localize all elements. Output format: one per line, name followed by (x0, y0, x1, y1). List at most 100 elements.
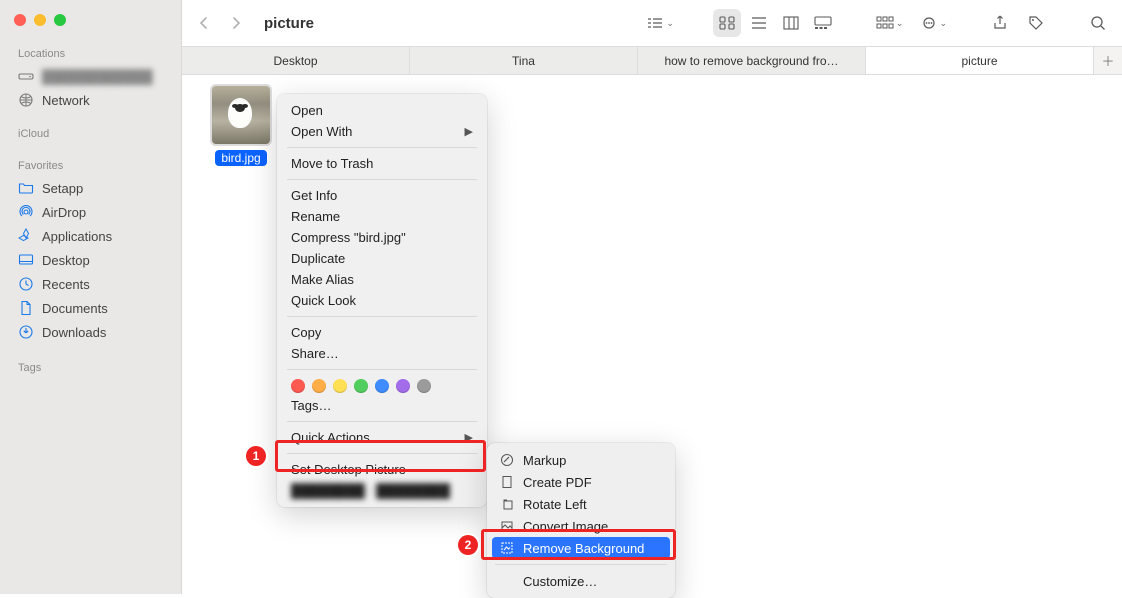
ctx-open[interactable]: Open (277, 100, 487, 121)
view-columns-button[interactable] (777, 9, 805, 37)
globe-icon (18, 92, 34, 108)
window-title: picture (264, 15, 314, 32)
tag-blue[interactable] (375, 379, 389, 393)
clock-icon (18, 276, 34, 292)
ctx-quick-actions[interactable]: Quick Actions▶ (277, 427, 487, 448)
tag-yellow[interactable] (333, 379, 347, 393)
ctx-compress[interactable]: Compress "bird.jpg" (277, 227, 487, 248)
view-list-button[interactable] (745, 9, 773, 37)
tab-bar: Desktop Tina how to remove background fr… (182, 47, 1122, 75)
sidebar-item-applications[interactable]: Applications (0, 224, 181, 248)
ctx-copy[interactable]: Copy (277, 322, 487, 343)
folder-icon (18, 180, 34, 196)
doc-icon (18, 300, 34, 316)
ctx-open-with[interactable]: Open With▶ (277, 121, 487, 142)
toolbar: picture ⌄ ⌄ ⌄ (182, 0, 1122, 47)
nav-forward-button[interactable] (224, 9, 248, 37)
ctx-tags[interactable]: Tags… (277, 395, 487, 416)
qa-rotate-left[interactable]: Rotate Left (487, 493, 675, 515)
view-gallery-button[interactable] (809, 9, 837, 37)
tag-green[interactable] (354, 379, 368, 393)
sidebar-section-tags: Tags (0, 356, 181, 378)
file-thumbnail (212, 86, 270, 144)
ctx-set-desktop-picture[interactable]: Set Desktop Picture (277, 459, 487, 480)
menu-separator (287, 147, 477, 148)
tab-desktop[interactable]: Desktop (182, 47, 410, 74)
ctx-get-info[interactable]: Get Info (277, 185, 487, 206)
sidebar-item-disk[interactable]: ████████████ (0, 64, 181, 88)
tab-picture[interactable]: picture (866, 47, 1094, 74)
sidebar-item-recents[interactable]: Recents (0, 272, 181, 296)
window-traffic-lights (0, 8, 181, 42)
ctx-tag-colors (277, 375, 487, 395)
airdrop-icon (18, 204, 34, 220)
apps-icon (18, 228, 34, 244)
window-fullscreen-dot[interactable] (54, 14, 66, 26)
sidebar-item-network[interactable]: Network (0, 88, 181, 112)
tag-purple[interactable] (396, 379, 410, 393)
qa-remove-background[interactable]: Remove Background (492, 537, 670, 559)
sidebar-section-locations: Locations (0, 42, 181, 64)
ctx-move-to-trash[interactable]: Move to Trash (277, 153, 487, 174)
share-button[interactable] (986, 9, 1014, 37)
ctx-share[interactable]: Share… (277, 343, 487, 364)
search-button[interactable] (1084, 9, 1112, 37)
remove-bg-icon (499, 540, 515, 556)
menu-separator (287, 421, 477, 422)
ctx-rename[interactable]: Rename (277, 206, 487, 227)
file-name-label: bird.jpg (215, 150, 266, 166)
sidebar-item-label: Documents (42, 301, 108, 316)
sidebar-item-label: Downloads (42, 325, 106, 340)
tab-howto[interactable]: how to remove background fro… (638, 47, 866, 74)
menu-separator (287, 316, 477, 317)
sidebar-item-label: Network (42, 93, 90, 108)
menu-separator (287, 369, 477, 370)
qa-markup[interactable]: Markup (487, 449, 675, 471)
ctx-duplicate[interactable]: Duplicate (277, 248, 487, 269)
download-icon (18, 324, 34, 340)
window-minimize-dot[interactable] (34, 14, 46, 26)
qa-customize[interactable]: Customize… (487, 570, 675, 592)
qa-create-pdf[interactable]: Create PDF (487, 471, 675, 493)
sidebar-item-label: Applications (42, 229, 112, 244)
pdf-icon (499, 474, 515, 490)
arrange-button[interactable]: ⌄ (871, 9, 909, 37)
disk-icon (18, 68, 34, 84)
sidebar-item-documents[interactable]: Documents (0, 296, 181, 320)
nav-back-button[interactable] (192, 9, 216, 37)
blank-icon (499, 573, 515, 589)
annotation-badge-2: 2 (458, 535, 478, 555)
desktop-icon (18, 252, 34, 268)
sidebar-item-setapp[interactable]: Setapp (0, 176, 181, 200)
sidebar: Locations ████████████ Network iCloud Fa… (0, 0, 182, 594)
chevron-right-icon: ▶ (465, 431, 473, 444)
tab-tina[interactable]: Tina (410, 47, 638, 74)
tags-button[interactable] (1022, 9, 1050, 37)
view-icons-button[interactable] (713, 9, 741, 37)
file-item[interactable]: bird.jpg (212, 86, 270, 166)
chevron-right-icon: ▶ (465, 125, 473, 138)
sidebar-item-label: Recents (42, 277, 90, 292)
sidebar-item-airdrop[interactable]: AirDrop (0, 200, 181, 224)
sidebar-item-label: Desktop (42, 253, 90, 268)
markup-icon (499, 452, 515, 468)
action-menu-button[interactable]: ⌄ (916, 9, 952, 37)
menu-separator (287, 179, 477, 180)
image-icon (499, 518, 515, 534)
group-by-button[interactable]: ⌄ (641, 9, 679, 37)
ctx-make-alias[interactable]: Make Alias (277, 269, 487, 290)
window-close-dot[interactable] (14, 14, 26, 26)
menu-separator (287, 453, 477, 454)
tag-red[interactable] (291, 379, 305, 393)
tag-gray[interactable] (417, 379, 431, 393)
sidebar-item-label: Setapp (42, 181, 83, 196)
sidebar-item-desktop[interactable]: Desktop (0, 248, 181, 272)
tab-add-button[interactable]: ＋ (1094, 47, 1122, 74)
annotation-badge-1: 1 (246, 446, 266, 466)
ctx-quick-look[interactable]: Quick Look (277, 290, 487, 311)
qa-convert-image[interactable]: Convert Image (487, 515, 675, 537)
ctx-redacted[interactable]: ████████ · ████████ (277, 480, 487, 501)
tag-orange[interactable] (312, 379, 326, 393)
quick-actions-submenu: Markup Create PDF Rotate Left Convert Im… (487, 443, 675, 598)
sidebar-item-downloads[interactable]: Downloads (0, 320, 181, 344)
